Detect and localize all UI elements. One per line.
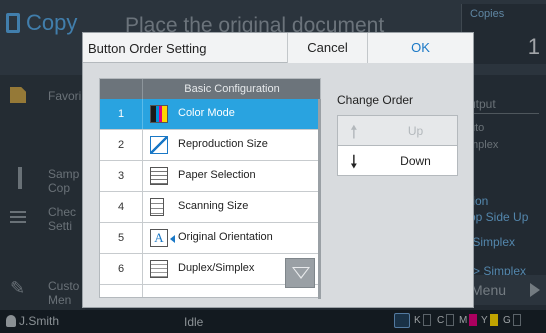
scroll-down-button[interactable] [285,258,315,288]
list-scrollbar[interactable] [318,99,321,299]
scanning-size-icon [150,198,164,216]
list-item[interactable]: 1 Color Mode [100,99,320,130]
item-number: 1 [100,99,143,129]
list-item[interactable]: 3 Paper Selection [100,161,320,192]
list-item[interactable]: 2 Reproduction Size [100,130,320,161]
item-label: Paper Selection [178,169,256,181]
item-number: 4 [100,192,143,222]
color-mode-icon [150,105,168,123]
item-number: 5 [100,223,143,253]
move-up-label: Up [407,124,424,138]
item-label: Duplex/Simplex [178,262,255,274]
dialog-header: Button Order Setting Cancel OK [83,33,473,63]
item-number: 6 [100,254,143,284]
chevron-down-icon-inner [294,268,308,277]
button-order-dialog: Button Order Setting Cancel OK Basic Con… [82,32,474,308]
item-label: Reproduction Size [178,138,268,150]
item-label: Original Orientation [178,231,273,243]
list-header: Basic Configuration [100,79,320,99]
duplex-simplex-icon [150,260,168,278]
list-item[interactable]: 4 Scanning Size [100,192,320,223]
change-order-label: Change Order [337,93,414,107]
item-label: Scanning Size [178,200,249,212]
paper-selection-icon [150,167,168,185]
number-column-header [100,79,143,99]
list-item[interactable]: 5 A Original Orientation [100,223,320,254]
dialog-title: Button Order Setting [88,41,207,56]
cancel-button[interactable]: Cancel [287,33,367,63]
item-label: Color Mode [178,107,235,119]
item-number: 3 [100,161,143,191]
item-number: 2 [100,130,143,160]
move-down-label: Down [400,154,431,168]
move-up-button[interactable]: 🠕 Up [337,115,458,146]
move-down-button[interactable]: 🠗 Down [337,145,458,176]
arrow-down-icon: 🠗 [350,152,358,172]
ok-button[interactable]: OK [367,33,473,63]
reproduction-size-icon [150,136,168,154]
item-number [100,285,143,297]
original-orientation-icon: A [150,229,175,247]
list-header-label: Basic Configuration [184,83,280,95]
